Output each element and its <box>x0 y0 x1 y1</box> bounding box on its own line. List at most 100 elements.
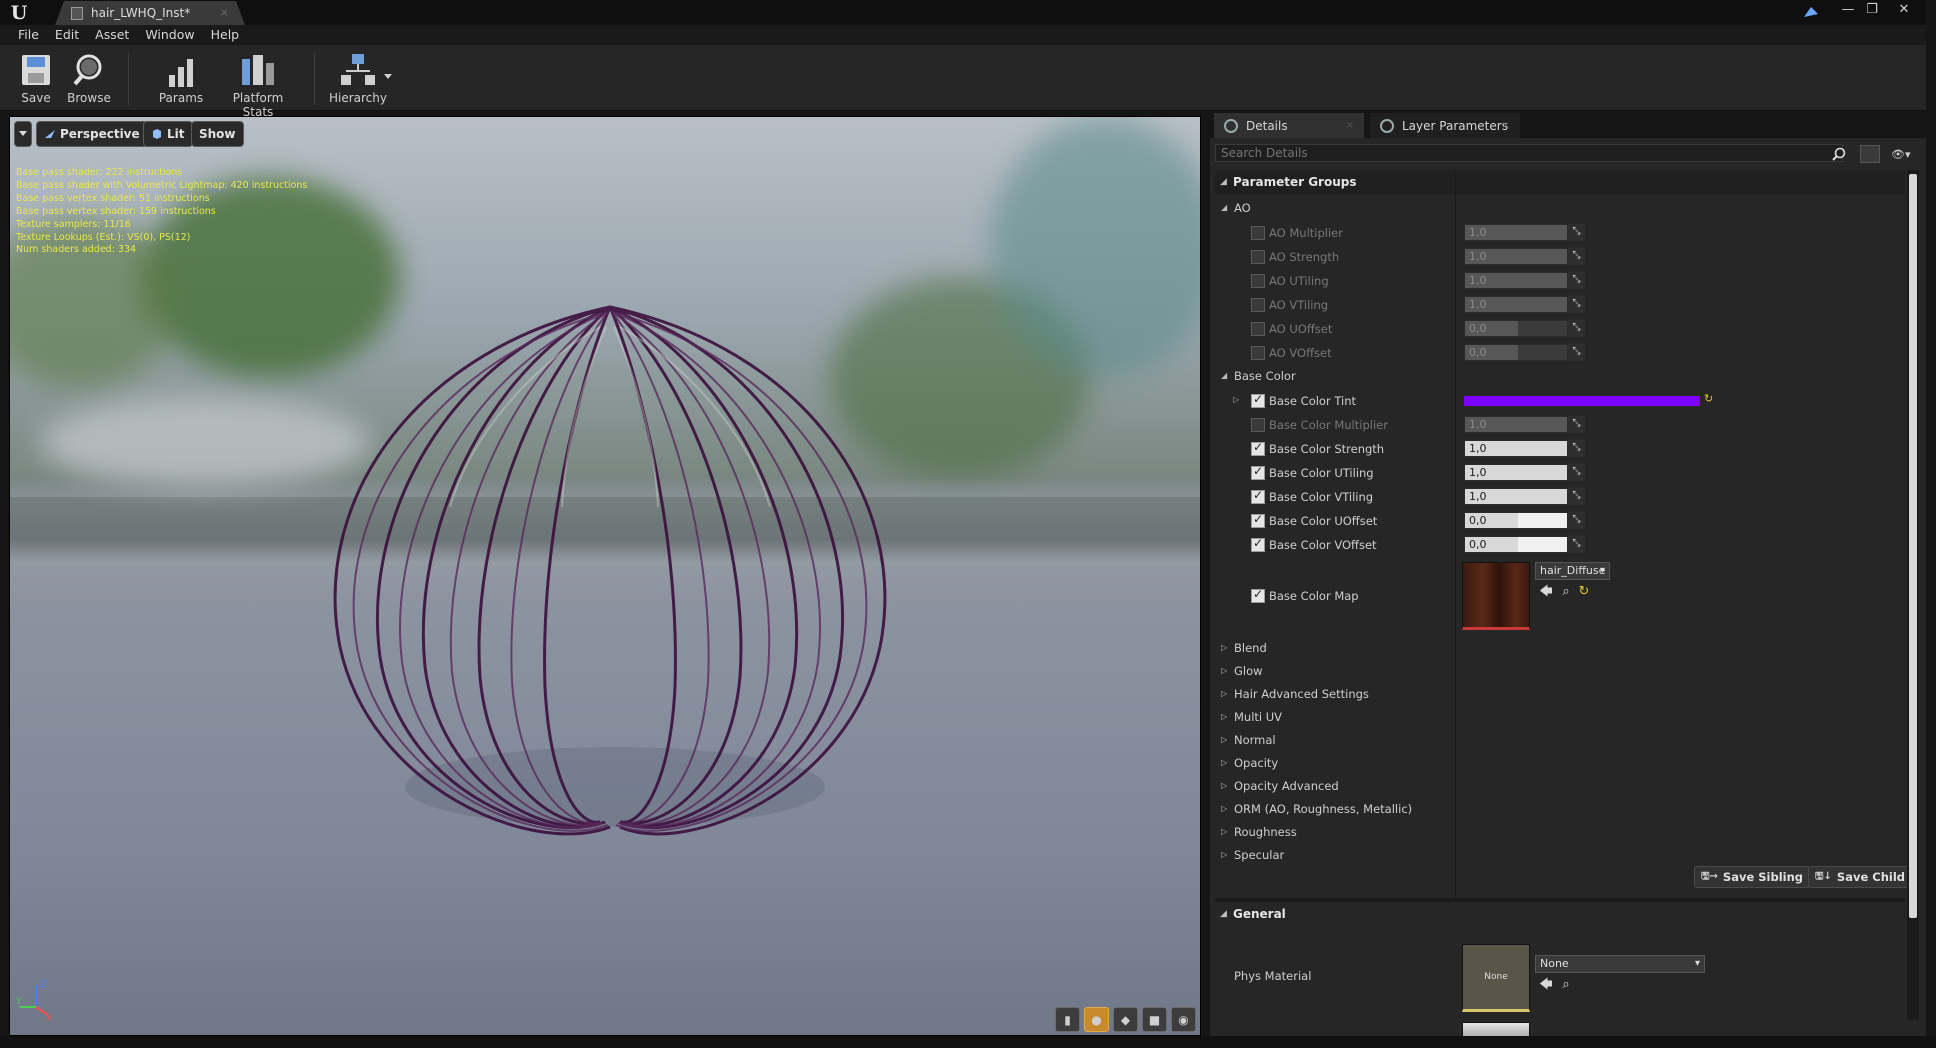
general-header[interactable]: ◢ General <box>1215 902 1905 927</box>
override-checkbox[interactable] <box>1251 322 1265 336</box>
hierarchy-button[interactable]: Hierarchy <box>328 51 388 105</box>
lit-button[interactable]: Lit <box>143 121 193 147</box>
param-value-field[interactable]: 1,0 <box>1464 296 1568 313</box>
sphere-preview-icon[interactable]: ● <box>1084 1007 1109 1032</box>
reset-to-default-icon[interactable]: ⤡ <box>1568 416 1585 433</box>
group-roughness[interactable]: ▷ Roughness <box>1215 821 1905 845</box>
reset-to-default-icon[interactable]: ⤡ <box>1568 344 1585 361</box>
param-value-field[interactable]: 1,0 <box>1464 464 1568 481</box>
reset-to-default-icon[interactable]: ⤡ <box>1568 464 1585 481</box>
override-checkbox[interactable] <box>1251 250 1265 264</box>
plane-preview-icon[interactable]: ◆ <box>1113 1007 1138 1032</box>
show-button[interactable]: Show <box>191 121 244 147</box>
hierarchy-dropdown-icon[interactable] <box>383 73 393 81</box>
override-checkbox[interactable] <box>1251 587 1265 603</box>
menu-asset[interactable]: Asset <box>87 25 137 45</box>
expand-arrow-icon[interactable]: ▷ <box>1233 395 1239 404</box>
perspective-button[interactable]: Perspective <box>36 121 148 147</box>
group-ao[interactable]: ◢ AO <box>1215 197 1905 221</box>
group-base-color[interactable]: ◢ Base Color <box>1215 365 1905 389</box>
reset-to-default-icon[interactable]: ⤡ <box>1568 512 1585 529</box>
reset-to-default-icon[interactable]: ⤡ <box>1568 440 1585 457</box>
group-opacity-advanced[interactable]: ▷ Opacity Advanced <box>1215 775 1905 799</box>
tab-layer-parameters[interactable]: Layer Parameters × <box>1370 113 1520 138</box>
param-value-field[interactable]: 0,0 <box>1464 512 1568 529</box>
browse-search-icon[interactable]: ⌕ <box>1558 977 1574 993</box>
reset-to-default-icon[interactable]: ⤡ <box>1568 488 1585 505</box>
reset-to-default-icon[interactable]: ⤡ <box>1568 296 1585 313</box>
param-value-field[interactable]: 1,0 <box>1464 416 1568 433</box>
menu-file[interactable]: File <box>10 25 47 45</box>
group-blend[interactable]: ▷ Blend <box>1215 637 1905 661</box>
group-multi-uv[interactable]: ▷ Multi UV <box>1215 706 1905 730</box>
notification-icon[interactable] <box>1801 3 1821 21</box>
override-checkbox[interactable] <box>1251 440 1265 456</box>
close-window-button[interactable]: ✕ <box>1893 2 1915 18</box>
texture-thumbnail[interactable] <box>1462 562 1530 630</box>
override-checkbox[interactable] <box>1251 392 1265 408</box>
override-checkbox[interactable] <box>1251 418 1265 432</box>
save-sibling-button[interactable]: 🖫→ Save Sibling <box>1694 866 1811 888</box>
browse-button[interactable]: Browse <box>66 51 112 105</box>
param-value-field[interactable]: 1,0 <box>1464 272 1568 289</box>
reset-to-default-icon[interactable]: ⤡ <box>1568 536 1585 553</box>
override-checkbox[interactable] <box>1251 512 1265 528</box>
close-tab-icon[interactable]: × <box>1346 120 1354 131</box>
parameter-groups-header[interactable]: ◢ Parameter Groups <box>1215 170 1905 195</box>
close-tab-icon[interactable]: × <box>220 6 229 19</box>
browse-search-icon[interactable]: ⌕ <box>1558 584 1574 600</box>
param-value-field[interactable]: 1,0 <box>1464 440 1568 457</box>
param-value-field[interactable]: 0,0 <box>1464 536 1568 553</box>
view-options-icon[interactable] <box>1860 145 1880 163</box>
override-checkbox[interactable] <box>1251 346 1265 360</box>
group-normal[interactable]: ▷ Normal <box>1215 729 1905 753</box>
override-checkbox[interactable] <box>1251 274 1265 288</box>
param-value-field[interactable]: 0,0 <box>1464 344 1568 361</box>
teapot-preview-icon[interactable]: ◉ <box>1171 1007 1196 1032</box>
use-selected-arrow-icon[interactable]: 🡄 <box>1538 977 1554 993</box>
next-thumbnail[interactable] <box>1462 1022 1530 1036</box>
maximize-button[interactable]: ❐ <box>1861 2 1883 18</box>
group-specular[interactable]: ▷ Specular <box>1215 844 1905 868</box>
color-swatch[interactable] <box>1464 396 1700 406</box>
params-button[interactable]: Params <box>156 51 206 105</box>
reset-to-default-icon[interactable]: ⤡ <box>1568 248 1585 265</box>
reset-to-default-icon[interactable]: ⤡ <box>1568 224 1585 241</box>
platform-stats-button[interactable]: Platform Stats <box>216 51 300 119</box>
param-value-field[interactable]: 1,0 <box>1464 224 1568 241</box>
close-tab-icon[interactable]: × <box>1502 120 1510 131</box>
texture-asset-combo[interactable]: hair_Diffuse <box>1535 562 1610 580</box>
param-value-field[interactable]: 1,0 <box>1464 248 1568 265</box>
menu-window[interactable]: Window <box>137 25 202 45</box>
minimize-button[interactable]: — <box>1837 2 1859 18</box>
override-checkbox[interactable] <box>1251 298 1265 312</box>
preview-viewport[interactable]: Perspective Lit Show Base pass shader: 2… <box>9 116 1201 1036</box>
group-glow[interactable]: ▷ Glow <box>1215 660 1905 684</box>
param-value-field[interactable]: 1,0 <box>1464 488 1568 505</box>
menu-help[interactable]: Help <box>203 25 248 45</box>
override-checkbox[interactable] <box>1251 464 1265 480</box>
group-opacity[interactable]: ▷ Opacity <box>1215 752 1905 776</box>
reset-to-default-icon[interactable]: ↻ <box>1576 584 1592 600</box>
eye-icon[interactable]: 👁▾ <box>1891 148 1915 161</box>
override-checkbox[interactable] <box>1251 488 1265 504</box>
use-selected-arrow-icon[interactable]: 🡄 <box>1538 584 1554 600</box>
param-value-field[interactable]: 0,0 <box>1464 320 1568 337</box>
group-hair-advanced-settings[interactable]: ▷ Hair Advanced Settings <box>1215 683 1905 707</box>
menu-edit[interactable]: Edit <box>47 25 87 45</box>
tab-details[interactable]: Details × <box>1214 113 1364 138</box>
cylinder-preview-icon[interactable]: ▮ <box>1055 1007 1080 1032</box>
reset-to-default-icon[interactable]: ⤡ <box>1568 320 1585 337</box>
phys-material-thumbnail[interactable]: None <box>1462 944 1530 1012</box>
save-child-button[interactable]: 🖫↓ Save Child <box>1808 866 1912 888</box>
save-button[interactable]: Save <box>16 51 56 105</box>
override-checkbox[interactable] <box>1251 226 1265 240</box>
search-details-input[interactable] <box>1215 144 1843 162</box>
viewport-options-button[interactable] <box>14 121 32 147</box>
override-checkbox[interactable] <box>1251 536 1265 552</box>
phys-material-combo[interactable]: None <box>1535 955 1705 973</box>
document-tab[interactable]: hair_LWHQ_Inst* × <box>55 1 245 25</box>
scrollbar-thumb[interactable] <box>1909 174 1917 918</box>
reset-to-default-icon[interactable]: ↻ <box>1704 392 1713 405</box>
cube-preview-icon[interactable]: ■ <box>1142 1007 1167 1032</box>
